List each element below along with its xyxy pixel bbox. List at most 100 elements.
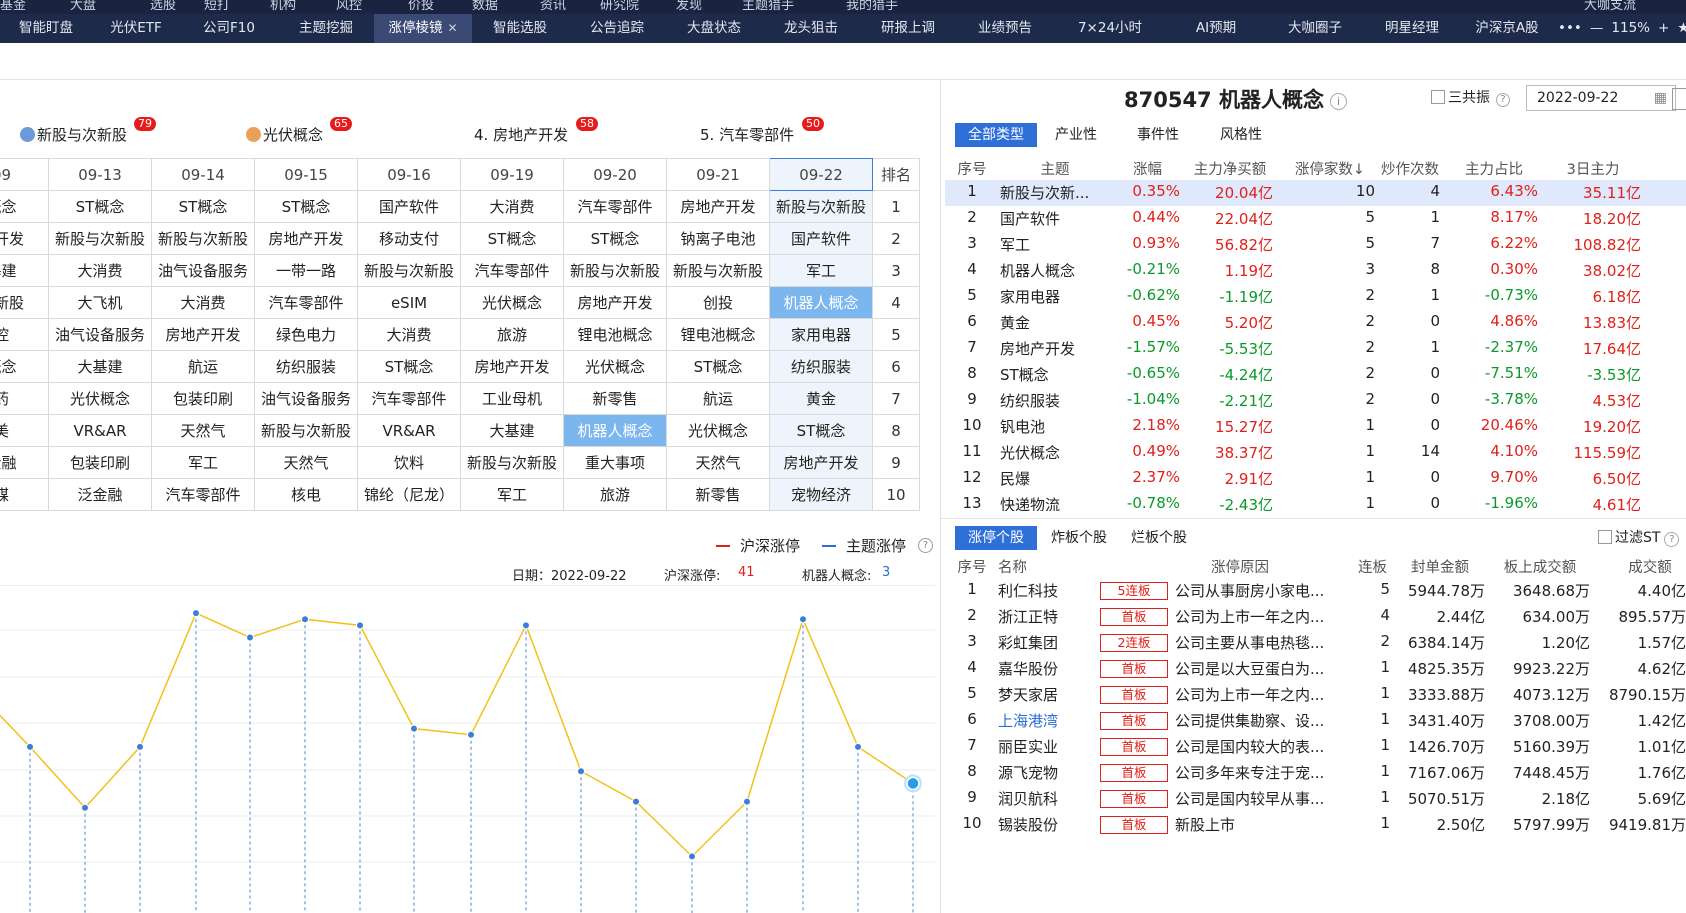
stock-cell[interactable]: 上海港湾: [998, 710, 1088, 731]
stock-table-row[interactable]: 2 浙江正特 首板 公司为上市一年之内... 4 2.44亿 634.00万 895.57万: [945, 604, 1686, 630]
star-icon[interactable]: ★: [1677, 20, 1686, 36]
theme-col-header[interactable]: 主力占比: [1450, 158, 1538, 179]
grid-theme-cell[interactable]: 军工: [460, 478, 564, 511]
grid-theme-cell[interactable]: 基建: [0, 254, 49, 287]
grid-theme-cell[interactable]: 纺织服装: [254, 350, 358, 383]
checkbox-icon[interactable]: [1598, 530, 1612, 544]
tab-item[interactable]: 智能盯盘: [0, 14, 92, 43]
top-menu-item[interactable]: 短打: [204, 0, 230, 13]
theme-table-row[interactable]: 7 房地产开发 -1.57% -5.53亿 2 1 -2.37% 17.64亿: [945, 336, 1686, 362]
grid-theme-cell[interactable]: 家用电器: [769, 318, 873, 351]
tab-item[interactable]: 沪深京A股: [1460, 14, 1554, 43]
grid-theme-cell[interactable]: 概念: [0, 190, 49, 223]
top-menu-item[interactable]: 风控: [336, 0, 362, 13]
grid-theme-cell[interactable]: 国产软件: [769, 222, 873, 255]
top-menu-item[interactable]: 机构: [270, 0, 296, 13]
grid-theme-cell[interactable]: 创投: [666, 286, 770, 319]
theme-table-row[interactable]: 4 机器人概念 -0.21% 1.19亿 3 8 0.30% 38.02亿: [945, 258, 1686, 284]
grid-theme-cell[interactable]: 大消费: [357, 318, 461, 351]
grid-theme-cell[interactable]: 天然气: [151, 414, 255, 447]
theme-col-header[interactable]: 序号: [957, 158, 987, 179]
grid-theme-cell[interactable]: 新零售: [666, 478, 770, 511]
help-icon[interactable]: ?: [1496, 93, 1510, 107]
stock-cell[interactable]: 丽臣实业: [998, 736, 1088, 757]
stock-cell[interactable]: 嘉华股份: [998, 658, 1088, 679]
tab-item[interactable]: 涨停棱镜 ✕: [374, 14, 472, 43]
grid-theme-cell[interactable]: 新股与次新股: [769, 190, 873, 223]
limit-up-line-chart[interactable]: [0, 585, 935, 913]
grid-theme-cell[interactable]: 新股与次新股: [357, 254, 461, 287]
grid-theme-cell[interactable]: 天然气: [666, 446, 770, 479]
stock-cell[interactable]: 彩虹集团: [998, 632, 1088, 653]
grid-theme-cell[interactable]: 包装印刷: [48, 446, 152, 479]
top-menu-item[interactable]: 价投: [408, 0, 434, 13]
stock-cell[interactable]: 锡装股份: [998, 814, 1088, 835]
grid-theme-cell[interactable]: 移动支付: [357, 222, 461, 255]
stock-col-header[interactable]: 封单金额: [1400, 556, 1480, 577]
theme-type-tab[interactable]: 产业性: [1045, 123, 1107, 147]
grid-theme-cell[interactable]: 美: [0, 414, 49, 447]
theme-col-header[interactable]: 涨幅: [1115, 158, 1180, 179]
grid-theme-cell[interactable]: 汽车零部件: [151, 478, 255, 511]
grid-date-header[interactable]: 09: [0, 158, 49, 191]
top-menu-item[interactable]: 主题猎手: [742, 0, 794, 13]
date-picker[interactable]: 2022-09-22 ▦: [1526, 85, 1676, 111]
grid-theme-cell[interactable]: 新股与次新股: [460, 446, 564, 479]
grid-theme-cell[interactable]: 泛金融: [48, 478, 152, 511]
theme-table-row[interactable]: 10 钒电池 2.18% 15.27亿 1 0 20.46% 19.20亿: [945, 414, 1686, 440]
grid-theme-cell[interactable]: 大飞机: [48, 286, 152, 319]
grid-theme-cell[interactable]: 药: [0, 382, 49, 415]
grid-date-header[interactable]: 09-22: [769, 158, 873, 191]
stock-cell[interactable]: 利仁科技: [998, 580, 1088, 601]
grid-theme-cell[interactable]: 控: [0, 318, 49, 351]
grid-theme-cell[interactable]: 大消费: [460, 190, 564, 223]
grid-theme-cell[interactable]: 油气设备服务: [254, 382, 358, 415]
theme-type-tab[interactable]: 风格性: [1210, 123, 1272, 147]
stock-tab[interactable]: 涨停个股: [955, 526, 1037, 550]
grid-theme-cell[interactable]: 军工: [151, 446, 255, 479]
tab-item[interactable]: 业绩预告: [956, 14, 1054, 43]
grid-theme-cell[interactable]: 机器人概念: [563, 414, 667, 447]
grid-theme-cell[interactable]: 钠离子电池: [666, 222, 770, 255]
stock-table-row[interactable]: 4 嘉华股份 首板 公司是以大豆蛋白为... 1 4825.35万 9923.22万 4.62…: [945, 656, 1686, 682]
grid-date-header[interactable]: 09-21: [666, 158, 770, 191]
tab-item[interactable]: 明星经理: [1364, 14, 1460, 43]
theme-table-row[interactable]: 11 光伏概念 0.49% 38.37亿 1 14 4.10% 115.59亿: [945, 440, 1686, 466]
calendar-icon[interactable]: ▦: [1654, 86, 1667, 110]
grid-theme-cell[interactable]: ST概念: [48, 190, 152, 223]
stock-col-header[interactable]: 涨停原因: [1180, 556, 1300, 577]
grid-date-header[interactable]: 09-14: [151, 158, 255, 191]
stock-table-row[interactable]: 8 源飞宠物 首板 公司多年来专注于宠... 1 7167.06万 7448.45万 1.76…: [945, 760, 1686, 786]
grid-theme-cell[interactable]: 纺织服装: [769, 350, 873, 383]
help-icon[interactable]: ?: [918, 534, 933, 553]
legend-hs[interactable]: 沪深涨停: [716, 535, 800, 556]
grid-theme-cell[interactable]: 房地产开发: [151, 318, 255, 351]
grid-theme-cell[interactable]: 军工: [769, 254, 873, 287]
theme-type-tab[interactable]: 事件性: [1127, 123, 1189, 147]
tab-item[interactable]: 大咖圈子: [1266, 14, 1364, 43]
filter-st[interactable]: 过滤ST?: [1598, 527, 1680, 547]
close-icon[interactable]: ✕: [447, 21, 457, 35]
more-icon[interactable]: •••: [1558, 20, 1582, 36]
grid-theme-cell[interactable]: 光伏概念: [563, 350, 667, 383]
grid-theme-cell[interactable]: 锂电池概念: [666, 318, 770, 351]
tab-item[interactable]: 光伏ETF: [92, 14, 180, 43]
grid-theme-cell[interactable]: 光伏概念: [460, 286, 564, 319]
stock-cell[interactable]: 梦天家居: [998, 684, 1088, 705]
tab-item[interactable]: 公司F10: [180, 14, 278, 43]
theme-table-row[interactable]: 6 黄金 0.45% 5.20亿 2 0 4.86% 13.83亿: [945, 310, 1686, 336]
grid-theme-cell[interactable]: 大消费: [48, 254, 152, 287]
grid-date-header[interactable]: 09-15: [254, 158, 358, 191]
grid-theme-cell[interactable]: eSIM: [357, 286, 461, 319]
grid-theme-cell[interactable]: 新股与次新股: [563, 254, 667, 287]
theme-type-tab[interactable]: 全部类型: [955, 123, 1037, 147]
help-icon[interactable]: ?: [1664, 532, 1680, 547]
sanban-checkbox[interactable]: 三共振?: [1431, 87, 1510, 107]
grid-theme-cell[interactable]: 旅游: [563, 478, 667, 511]
stock-table-row[interactable]: 1 利仁科技 5连板 公司从事厨房小家电... 5 5944.78万 3648.68万 4.4…: [945, 578, 1686, 604]
top-menu-item[interactable]: 资讯: [540, 0, 566, 13]
zoom-out-icon[interactable]: —: [1590, 20, 1604, 36]
grid-theme-cell[interactable]: 新股与次新股: [48, 222, 152, 255]
grid-theme-cell[interactable]: 锦纶（尼龙）: [357, 478, 461, 511]
stock-table-row[interactable]: 6 上海港湾 首板 公司提供集勘察、设... 1 3431.40万 3708.00万 1.42…: [945, 708, 1686, 734]
